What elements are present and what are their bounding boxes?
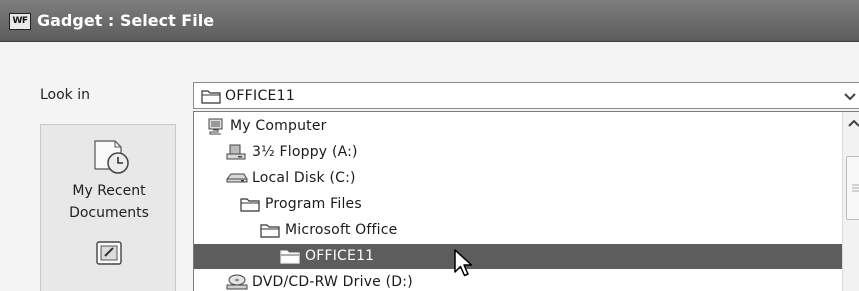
folder-icon [240,198,260,212]
chevron-down-icon[interactable] [842,87,858,105]
folder-icon [201,90,221,104]
list-item-microsoft-office[interactable]: Microsoft Office [194,218,842,243]
list-item-dvd-drive[interactable]: DVD/CD-RW Drive (D:) [194,270,842,291]
look-in-label: Look in [40,87,91,103]
my-computer-icon [208,118,223,135]
place-label-line2: Documents [69,205,149,221]
list-item-label: 3½ Floppy (A:) [252,144,358,160]
folder-icon [260,224,280,238]
list-item-label: Program Files [265,196,362,212]
look-in-dropdown-list[interactable]: My Computer 3½ Floppy (A:) Local Disk (C… [193,111,859,291]
select-file-dialog: WF Gadget : Select File Look in OFFICE11… [0,0,859,291]
list-item-my-computer[interactable]: My Computer [194,114,842,139]
places-bar: My Recent Documents [40,124,176,291]
cd-drive-icon [226,274,248,290]
list-item-local-disk[interactable]: Local Disk (C:) [194,166,842,191]
mouse-cursor-icon [454,249,473,277]
list-item-program-files[interactable]: Program Files [194,192,842,217]
list-item-label: OFFICE11 [305,248,375,264]
recent-documents-icon [94,140,129,174]
dropdown-scrollbar[interactable] [842,112,859,291]
place-my-recent-documents[interactable]: My Recent Documents [41,125,177,233]
place-label-line1: My Recent [72,183,146,199]
list-item-label: Local Disk (C:) [252,170,356,186]
title-bar[interactable]: WF Gadget : Select File [0,0,859,42]
app-icon: WF [9,13,31,30]
list-item-label: DVD/CD-RW Drive (D:) [252,274,413,290]
desktop-icon [96,241,122,265]
place-desktop[interactable] [41,233,177,291]
hard-disk-icon [226,173,248,183]
list-item-floppy[interactable]: 3½ Floppy (A:) [194,140,842,165]
window-title: Gadget : Select File [37,11,215,30]
folder-open-icon [280,250,300,264]
scroll-up-arrow-icon[interactable] [846,116,859,132]
list-item-label: My Computer [230,118,327,134]
scrollbar-thumb[interactable] [846,156,859,220]
look-in-combobox[interactable]: OFFICE11 [193,82,859,109]
list-item-label: Microsoft Office [285,222,398,238]
list-item-office11[interactable]: OFFICE11 [194,244,842,269]
floppy-drive-icon [226,144,246,160]
grip-icon [852,184,859,192]
look-in-value: OFFICE11 [225,88,296,104]
